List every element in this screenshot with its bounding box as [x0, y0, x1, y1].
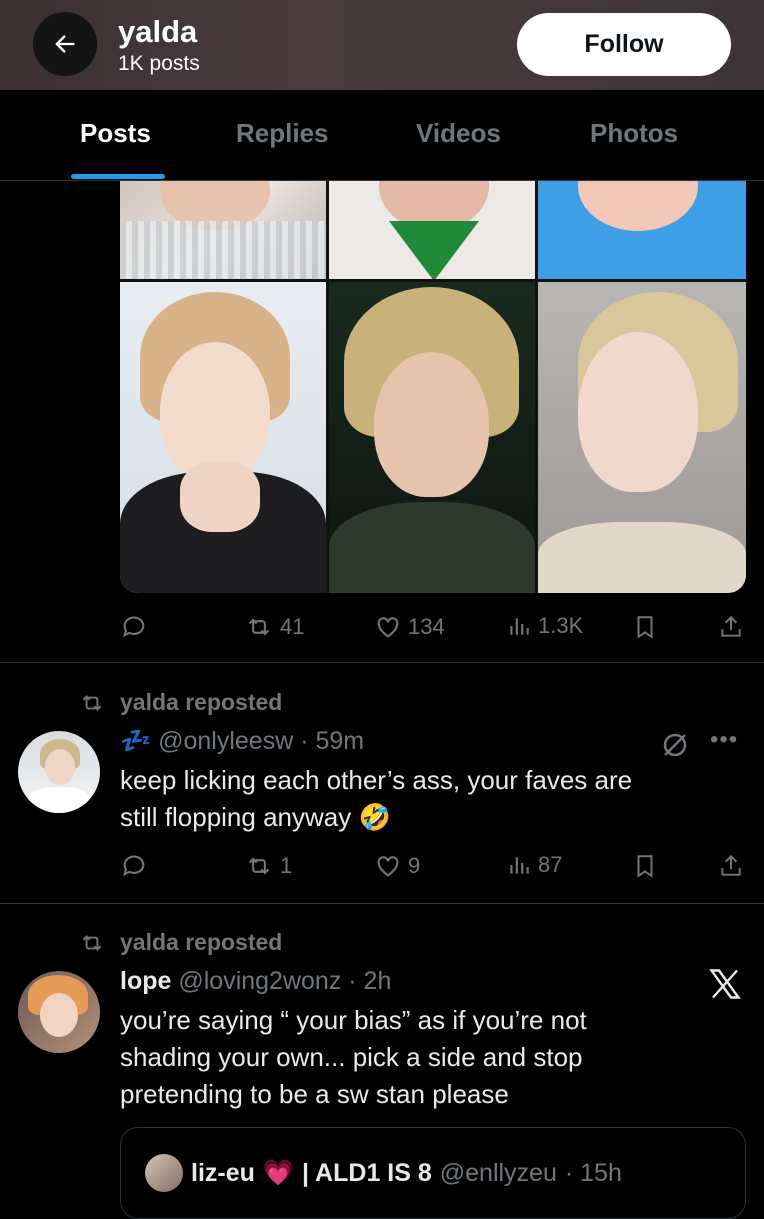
views-icon [510, 618, 529, 635]
post-actions: 41 134 1.3K [120, 613, 746, 645]
active-tab-indicator [71, 174, 165, 179]
post-text: you’re saying “ your bias” as if you’re … [120, 1002, 700, 1113]
repost-icon [82, 934, 102, 951]
media-image[interactable] [538, 181, 746, 279]
author-handle[interactable]: @onlyleesw [158, 727, 293, 755]
views-button[interactable]: 87 [506, 852, 562, 878]
repost-indicator[interactable]: yalda reposted [78, 689, 282, 716]
views-count: 1.3K [538, 613, 584, 638]
post-meta: 💤 @onlyleesw · 59m [120, 727, 364, 756]
repost-button[interactable]: 1 [244, 852, 292, 880]
repost-button[interactable]: 41 [244, 613, 304, 641]
follow-button[interactable]: Follow [517, 13, 731, 76]
tab-photos[interactable]: Photos [590, 118, 678, 149]
share-icon [721, 854, 741, 876]
back-button[interactable] [33, 12, 97, 76]
share-button[interactable] [718, 852, 744, 880]
share-icon [721, 615, 741, 637]
repost-count: 41 [280, 614, 305, 639]
repost-indicator[interactable]: yalda reposted [78, 929, 282, 956]
bookmark-icon [637, 616, 653, 639]
sleep-emoji: 💤 [120, 727, 152, 755]
tab-replies[interactable]: Replies [236, 118, 329, 149]
tab-videos[interactable]: Videos [416, 118, 501, 149]
quoted-post-time[interactable]: · 15h [565, 1159, 622, 1188]
quoted-post[interactable]: liz-eu 💗 | ALD1 IS 8 @enllyzeu · 15h [120, 1127, 746, 1219]
like-button[interactable]: 134 [374, 613, 445, 641]
repost-icon [82, 694, 102, 711]
repost-count: 1 [280, 853, 293, 878]
x-logo-icon [709, 969, 741, 999]
tab-posts[interactable]: Posts [80, 118, 151, 149]
post-divider [0, 662, 764, 663]
profile-tabs: Posts Replies Videos Photos [0, 90, 764, 181]
heart-emoji: 💗 [262, 1158, 295, 1187]
arrow-left-icon [55, 35, 75, 53]
profile-header: yalda 1K posts Follow [0, 0, 764, 90]
like-button[interactable]: 9 [374, 852, 420, 880]
media-image[interactable] [538, 282, 746, 593]
reply-icon [123, 616, 145, 638]
post-time[interactable]: · 59m [300, 727, 364, 755]
views-icon [510, 857, 529, 874]
views-button[interactable]: 1.3K [506, 613, 583, 639]
share-button[interactable] [718, 613, 744, 641]
bookmark-button[interactable] [632, 613, 658, 641]
author-name[interactable]: lope [120, 967, 171, 995]
post-text-line: pretending to be a sw stan please [120, 1079, 509, 1109]
posts-count: 1K posts [118, 52, 200, 75]
post-meta: lope @loving2wonz · 2h [120, 967, 391, 996]
more-options-button[interactable]: ••• [710, 726, 742, 756]
heart-icon [377, 856, 399, 877]
repost-label: yalda reposted [120, 929, 283, 955]
quoted-author-name[interactable]: liz-eu [191, 1159, 255, 1188]
media-image[interactable] [329, 282, 535, 593]
quoted-post-meta: liz-eu 💗 | ALD1 IS 8 @enllyzeu · 15h [145, 1154, 622, 1192]
quoted-author-handle[interactable]: @enllyzeu [440, 1159, 557, 1188]
post-text-line: keep licking each other’s ass, your fave… [120, 765, 633, 795]
like-count: 9 [408, 853, 421, 878]
repost-icon [248, 857, 270, 875]
media-image[interactable] [120, 181, 326, 279]
repost-label: yalda reposted [120, 689, 283, 715]
post-time[interactable]: · 2h [348, 967, 391, 995]
post-actions: 1 9 87 [120, 852, 746, 884]
media-image[interactable] [329, 181, 535, 279]
bookmark-icon [637, 855, 653, 878]
bookmark-button[interactable] [632, 852, 658, 880]
avatar[interactable] [18, 731, 100, 813]
profile-name: yalda [118, 14, 198, 49]
repost-icon [248, 618, 270, 636]
quoted-author-name-suffix: | ALD1 IS 8 [302, 1158, 432, 1187]
post-media-grid[interactable] [120, 181, 746, 593]
reply-icon [123, 855, 145, 877]
reply-button[interactable] [120, 852, 148, 880]
quoted-avatar[interactable] [145, 1154, 183, 1192]
post-divider [0, 903, 764, 904]
like-count: 134 [408, 614, 445, 639]
blocked-icon [663, 733, 687, 757]
post-text-line: shading your own... pick a side and stop [120, 1042, 583, 1072]
author-handle[interactable]: @loving2wonz [178, 967, 341, 995]
avatar[interactable] [18, 971, 100, 1053]
post-text-line: you’re saying “ your bias” as if you’re … [120, 1005, 587, 1035]
heart-icon [377, 617, 399, 638]
post-text: keep licking each other’s ass, your fave… [120, 762, 700, 836]
reply-button[interactable] [120, 613, 148, 641]
views-count: 87 [538, 852, 563, 877]
post-text-line: still flopping anyway 🤣 [120, 802, 391, 832]
media-image[interactable] [120, 282, 326, 593]
